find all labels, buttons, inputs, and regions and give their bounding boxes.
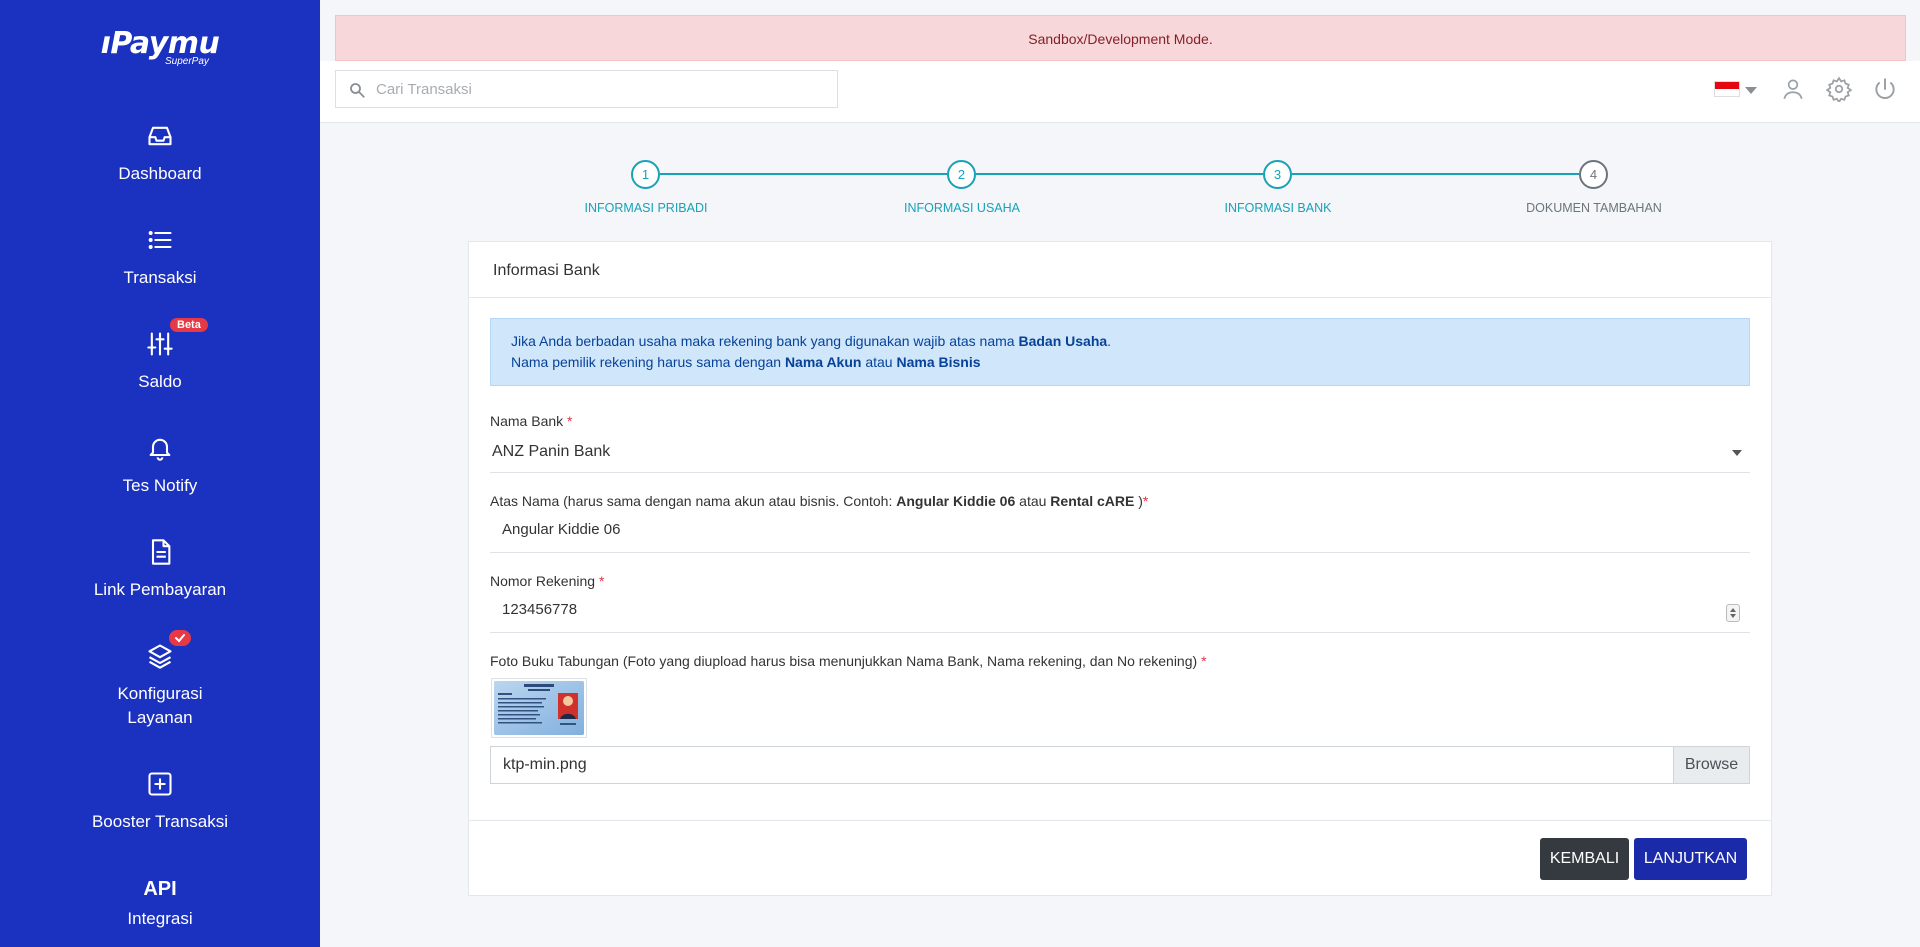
- search-box: [335, 70, 838, 108]
- file-name: ktp-min.png: [503, 756, 587, 773]
- logo-sub: SuperPay: [165, 56, 209, 67]
- account-holder-label: Atas Nama (harus sama dengan nama akun a…: [490, 493, 1148, 509]
- label-text: Nama Bank: [490, 413, 564, 429]
- step-4-label: DOKUMEN TAMBAHAN: [1526, 201, 1662, 215]
- info-text: atau: [861, 354, 897, 370]
- api-label: API: [143, 878, 177, 900]
- sidebar-item-label: Transaksi: [123, 268, 197, 287]
- chevron-down-icon: [1732, 450, 1742, 456]
- info-bold: Nama Bisnis: [896, 354, 981, 370]
- step-2-label: INFORMASI USAHA: [904, 201, 1020, 215]
- info-bold: Badan Usaha: [1018, 333, 1108, 349]
- label-text: ): [1134, 493, 1143, 509]
- step-3-circle[interactable]: 3: [1263, 160, 1292, 189]
- step-connector: [976, 173, 1263, 175]
- beta-badge: Beta: [170, 318, 208, 332]
- info-text: Nama pemilik rekening harus sama dengan: [511, 354, 785, 370]
- account-holder-field: [490, 513, 1750, 553]
- check-icon: [175, 634, 185, 643]
- label-text: Foto Buku Tabungan (Foto yang diupload h…: [490, 653, 1198, 669]
- back-button[interactable]: KEMBALI: [1540, 838, 1629, 880]
- label-text: atau: [1015, 493, 1051, 509]
- sidebar-item-label: Booster Transaksi: [91, 812, 229, 831]
- account-number-field: [490, 593, 1750, 633]
- sliders-icon: [147, 332, 173, 356]
- id-card-image: [494, 681, 584, 735]
- bank-info-card: Informasi Bank Jika Anda berbadan usaha …: [468, 241, 1772, 896]
- step-connector: [660, 173, 947, 175]
- step-3-label: INFORMASI BANK: [1224, 201, 1332, 215]
- layers-icon: [148, 644, 172, 669]
- gear-icon[interactable]: [1826, 76, 1852, 102]
- sidebar-item-label: Tes Notify: [122, 476, 198, 495]
- number-stepper[interactable]: [1726, 604, 1740, 622]
- sidebar-item-dashboard[interactable]: Dashboard: [0, 122, 320, 186]
- info-line-1: Jika Anda berbadan usaha maka rekening b…: [511, 331, 1729, 352]
- sidebar-item-label: Saldo: [138, 372, 182, 391]
- info-text: Jika Anda berbadan usaha maka rekening b…: [511, 333, 1019, 349]
- topbar: [320, 61, 1920, 123]
- sandbox-alert: Sandbox/Development Mode.: [335, 15, 1906, 61]
- sidebar-item-saldo[interactable]: Beta Saldo: [0, 318, 320, 394]
- account-number-label: Nomor Rekening *: [490, 573, 604, 589]
- required-mark: *: [1142, 493, 1149, 509]
- flag-icon[interactable]: [1714, 81, 1740, 97]
- sidebar-item-konfigurasi-layanan[interactable]: Konfigurasi Layanan: [0, 630, 320, 730]
- sidebar-item-api-integrasi[interactable]: API Integrasi: [0, 878, 320, 931]
- required-mark: *: [598, 573, 605, 589]
- sidebar-item-label: Integrasi: [127, 909, 193, 928]
- sidebar-item-label: Dashboard: [118, 164, 202, 183]
- sidebar-item-label: Link Pembayaran: [93, 580, 227, 599]
- passbook-file-input[interactable]: ktp-min.png Browse: [490, 746, 1750, 784]
- sidebar: ıPaymu SuperPay Dashboard Transaksi Beta…: [0, 0, 320, 947]
- step-2-circle[interactable]: 2: [947, 160, 976, 189]
- inbox-icon: [148, 126, 172, 146]
- logo[interactable]: ıPaymu SuperPay: [0, 26, 320, 67]
- card-footer: KEMBALI LANJUTKAN: [469, 820, 1771, 895]
- passbook-thumbnail[interactable]: [491, 678, 587, 738]
- browse-button[interactable]: Browse: [1673, 747, 1749, 783]
- user-icon[interactable]: [1780, 76, 1806, 102]
- bell-icon: [149, 438, 171, 461]
- account-number-input[interactable]: [502, 601, 1692, 618]
- bank-name-value: ANZ Panin Bank: [492, 443, 611, 460]
- check-badge: [169, 630, 191, 646]
- passbook-photo-label: Foto Buku Tabungan (Foto yang diupload h…: [490, 653, 1207, 669]
- label-text: Nomor Rekening: [490, 573, 596, 589]
- sidebar-item-transaksi[interactable]: Transaksi: [0, 226, 320, 290]
- sidebar-item-tes-notify[interactable]: Tes Notify: [0, 434, 320, 498]
- power-icon[interactable]: [1872, 76, 1898, 102]
- sidebar-item-label-2: Layanan: [127, 708, 193, 727]
- info-alert: Jika Anda berbadan usaha maka rekening b…: [490, 318, 1750, 386]
- step-1-circle[interactable]: 1: [631, 160, 660, 189]
- info-bold: Nama Akun: [784, 354, 862, 370]
- document-icon: [151, 539, 171, 565]
- label-bold: Angular Kiddie 06: [896, 493, 1016, 509]
- sidebar-item-link-pembayaran[interactable]: Link Pembayaran: [0, 538, 320, 602]
- info-text: .: [1107, 333, 1112, 349]
- next-button[interactable]: LANJUTKAN: [1634, 838, 1747, 880]
- sidebar-item-booster-transaksi[interactable]: Booster Transaksi: [0, 770, 320, 834]
- required-mark: *: [567, 413, 573, 429]
- account-holder-input[interactable]: [502, 521, 1692, 538]
- search-icon: [350, 83, 365, 98]
- card-title: Informasi Bank: [469, 242, 1771, 298]
- required-mark: *: [1201, 653, 1207, 669]
- bank-name-select[interactable]: ANZ Panin Bank: [490, 433, 1750, 473]
- list-icon: [148, 231, 172, 249]
- step-1-label: INFORMASI PRIBADI: [584, 201, 708, 215]
- step-4-circle[interactable]: 4: [1579, 160, 1608, 189]
- plus-square-icon: [148, 772, 172, 796]
- sidebar-item-label: Konfigurasi: [117, 684, 203, 703]
- label-text: Atas Nama (harus sama dengan nama akun a…: [490, 493, 897, 509]
- step-connector: [1292, 173, 1579, 175]
- search-input[interactable]: [376, 71, 826, 107]
- bank-name-label: Nama Bank *: [490, 413, 573, 429]
- chevron-down-icon[interactable]: [1745, 87, 1757, 94]
- info-line-2: Nama pemilik rekening harus sama dengan …: [511, 352, 1729, 373]
- label-bold: Rental cARE: [1050, 493, 1135, 509]
